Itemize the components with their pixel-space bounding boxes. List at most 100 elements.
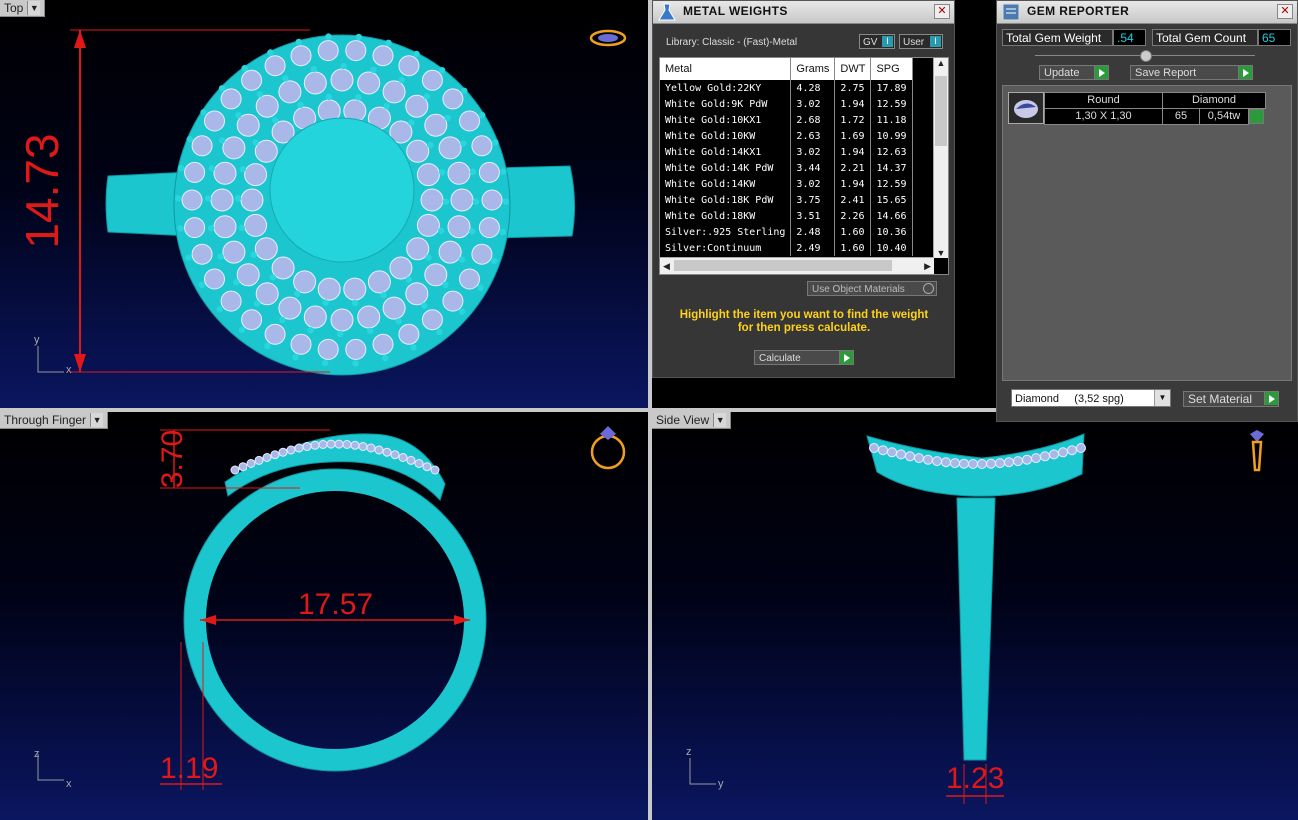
prong bbox=[198, 281, 205, 289]
prong bbox=[254, 300, 261, 307]
table-cell: 12.59 bbox=[870, 176, 913, 192]
table-cell: White Gold:18KW bbox=[660, 208, 792, 224]
gem-stone bbox=[213, 161, 237, 185]
gem-stone bbox=[293, 270, 317, 294]
prong bbox=[310, 65, 317, 73]
side-viewport-label[interactable]: Side View ▼ bbox=[652, 412, 732, 429]
prong bbox=[185, 254, 192, 261]
table-cell: White Gold:14KW bbox=[660, 176, 792, 192]
metal-table-container[interactable]: Metal Grams DWT SPG Yellow Gold:22KY 4.28 2.7… bbox=[659, 57, 949, 275]
column-header[interactable]: SPG bbox=[870, 58, 913, 80]
top-viewport-label[interactable]: Top ▼ bbox=[0, 0, 46, 17]
table-row[interactable]: Yellow Gold:22KY 4.28 2.75 17.89 bbox=[660, 80, 913, 96]
update-button[interactable]: Update bbox=[1039, 65, 1109, 80]
gem-row[interactable]: Round Diamond 1,30 X 1,30 65 0,54tw bbox=[1008, 92, 1266, 125]
close-icon[interactable]: ✕ bbox=[1277, 4, 1293, 19]
prong bbox=[325, 33, 332, 40]
table-row[interactable]: White Gold:14KX1 3.02 1.94 12.63 bbox=[660, 144, 913, 160]
top-viewport[interactable]: Top ▼ 14.73 y x bbox=[0, 0, 648, 408]
scroll-thumb[interactable] bbox=[674, 260, 892, 271]
gem-stone bbox=[406, 139, 430, 163]
table-row[interactable]: Silver:Continuum 2.49 1.60 10.40 bbox=[660, 240, 913, 256]
through-finger-viewport-label[interactable]: Through Finger ▼ bbox=[0, 412, 109, 429]
table-cell: 3.51 bbox=[790, 208, 836, 224]
table-row[interactable]: White Gold:10KX1 2.68 1.72 11.18 bbox=[660, 112, 913, 128]
column-header[interactable]: DWT bbox=[834, 58, 872, 80]
gem-stone bbox=[303, 71, 327, 95]
vertical-scrollbar[interactable]: ▲ ▼ bbox=[933, 58, 948, 258]
table-row[interactable]: White Gold:9K PdW 3.02 1.94 12.59 bbox=[660, 96, 913, 112]
gem-stone bbox=[358, 442, 368, 451]
viewport-title: Through Finger bbox=[4, 413, 87, 427]
gem-stone bbox=[398, 55, 420, 77]
user-toggle[interactable]: User I bbox=[899, 34, 943, 49]
gem-stone bbox=[350, 440, 360, 450]
metal-weights-titlebar[interactable]: METAL WEIGHTS ✕ bbox=[653, 1, 954, 24]
table-cell: White Gold:14K PdW bbox=[660, 160, 792, 176]
panel-slider[interactable] bbox=[1035, 50, 1255, 62]
gem-stone bbox=[342, 440, 352, 449]
gem-stone bbox=[181, 189, 203, 211]
table-row[interactable]: White Gold:14KW 3.02 1.94 12.59 bbox=[660, 176, 913, 192]
gem-stone bbox=[262, 453, 272, 462]
gem-stone bbox=[345, 40, 367, 62]
save-report-button[interactable]: Save Report bbox=[1130, 65, 1253, 80]
table-row[interactable]: White Gold:14K PdW 3.44 2.21 14.37 bbox=[660, 160, 913, 176]
side-viewport[interactable]: Side View ▼ 1.23 z y bbox=[652, 412, 1298, 820]
gem-total-weight: 0,54tw bbox=[1199, 108, 1249, 125]
table-cell: Yellow Gold:22KY bbox=[660, 80, 792, 96]
prong bbox=[479, 111, 486, 119]
table-cell: 2.68 bbox=[790, 112, 836, 128]
gem-stone bbox=[310, 440, 320, 450]
axis-x-label: x bbox=[66, 364, 72, 376]
set-material-label: Set Material bbox=[1188, 392, 1253, 406]
gv-toggle[interactable]: GV I bbox=[859, 34, 895, 49]
table-row[interactable]: Silver:.925 Sterling 2.48 1.60 10.36 bbox=[660, 224, 913, 240]
prong bbox=[250, 251, 257, 258]
table-cell: 12.59 bbox=[870, 96, 913, 112]
use-object-materials-toggle[interactable]: Use Object Materials bbox=[807, 281, 937, 296]
panel-title: GEM REPORTER bbox=[1027, 4, 1130, 18]
gem-stone bbox=[398, 453, 408, 462]
close-icon[interactable]: ✕ bbox=[934, 4, 950, 19]
prong bbox=[395, 318, 402, 325]
prong bbox=[491, 257, 498, 264]
material-select[interactable]: Diamond (3,52 spg) ▼ bbox=[1011, 389, 1171, 407]
prong bbox=[442, 198, 450, 205]
table-cell: White Gold:10KX1 bbox=[660, 112, 792, 128]
gem-stone bbox=[372, 333, 394, 355]
gem-stone bbox=[471, 135, 493, 157]
axis-y-label: y bbox=[718, 778, 724, 790]
table-row[interactable]: White Gold:18K PdW 3.75 2.41 15.65 bbox=[660, 192, 913, 208]
gem-stone bbox=[191, 243, 213, 265]
set-material-button[interactable]: Set Material bbox=[1183, 391, 1279, 407]
prong bbox=[438, 227, 445, 235]
gem-reporter-titlebar[interactable]: GEM REPORTER ✕ bbox=[997, 1, 1297, 24]
table-row[interactable]: White Gold:18KW 3.51 2.26 14.66 bbox=[660, 208, 913, 224]
gem-stone bbox=[442, 88, 464, 110]
horizontal-scrollbar[interactable]: ◀ ▶ bbox=[660, 257, 934, 274]
column-header[interactable]: Metal bbox=[660, 58, 792, 80]
table-row[interactable]: White Gold:10KW 2.63 1.69 10.99 bbox=[660, 128, 913, 144]
viewport-title: Side View bbox=[656, 413, 710, 427]
through-finger-viewport[interactable]: Through Finger ▼ 3.70 17.57 1.19 z x bbox=[0, 412, 648, 820]
prong bbox=[423, 93, 430, 100]
chevron-down-icon[interactable]: ▼ bbox=[713, 413, 727, 427]
prong bbox=[383, 103, 390, 110]
gem-stone bbox=[447, 161, 471, 185]
gem-stone bbox=[220, 290, 242, 312]
chevron-down-icon[interactable]: ▼ bbox=[27, 1, 41, 15]
prong bbox=[461, 87, 468, 95]
prong bbox=[352, 360, 359, 367]
calculate-button[interactable]: Calculate bbox=[754, 350, 854, 365]
prong bbox=[269, 274, 276, 281]
chevron-down-icon[interactable]: ▼ bbox=[90, 413, 104, 427]
play-icon[interactable] bbox=[1249, 109, 1264, 124]
scroll-thumb[interactable] bbox=[935, 76, 947, 146]
table-cell: 3.44 bbox=[790, 160, 836, 176]
column-header[interactable]: Grams bbox=[790, 58, 836, 80]
prong bbox=[442, 281, 449, 288]
gem-stone bbox=[244, 163, 268, 187]
table-cell: 1.94 bbox=[834, 176, 872, 192]
radio-icon bbox=[923, 283, 934, 294]
